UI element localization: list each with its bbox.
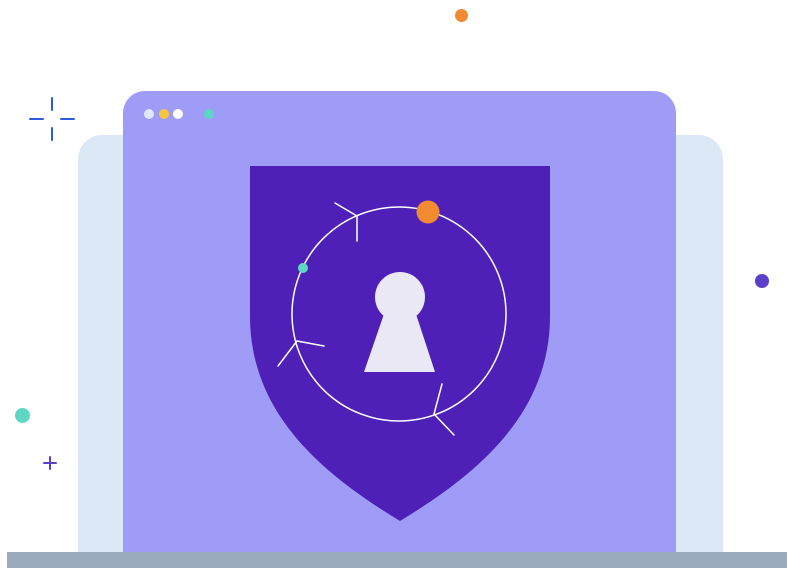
window-dot-white bbox=[173, 109, 183, 119]
plus-icon bbox=[43, 456, 57, 470]
window-dot-yellow bbox=[159, 109, 169, 119]
orbit-satellite-teal bbox=[298, 263, 308, 273]
shield-icon bbox=[250, 166, 550, 521]
sparkle-icon bbox=[29, 97, 75, 141]
floor-bar bbox=[7, 552, 787, 568]
orbit-satellite-orange bbox=[416, 200, 440, 224]
decor-dot-orange bbox=[455, 9, 468, 22]
window-dot-teal bbox=[204, 109, 214, 119]
window-dot-light bbox=[144, 109, 154, 119]
decor-dot-teal bbox=[15, 408, 30, 423]
decor-dot-purple bbox=[755, 274, 769, 288]
illustration-scene bbox=[0, 0, 787, 568]
